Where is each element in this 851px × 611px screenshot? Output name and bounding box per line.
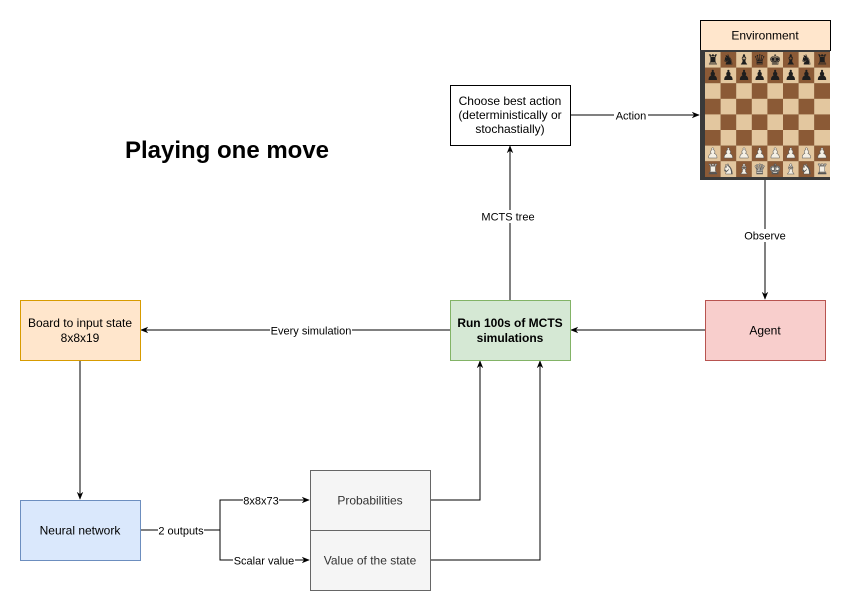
value-label: Value of the state: [324, 554, 417, 568]
edge-value-to-mcts: [430, 360, 544, 561]
run-mcts-line-1: Run 100s of MCTS: [457, 316, 562, 330]
chess-piece-black: ♞: [800, 53, 813, 69]
diagram-canvas: Playing one move Action MCTS tree Observ…: [20, 20, 831, 591]
choose-action-line-2: (deterministically or: [458, 108, 561, 122]
chess-piece-white: ♟: [769, 146, 782, 162]
chess-board: ♜ ♞ ♝ ♛ ♚ ♝ ♞ ♜♟ ♟ ♟ ♟ ♟ ♟ ♟ ♟♟ ♟ ♟ ♟ ♟ ♟ ♟ ♟♜ ♞ ♝ ♛ ♚ ♝ ♞ ♜: [700, 50, 830, 180]
environment-label: Environment: [731, 29, 799, 43]
chess-piece-white: ♞: [722, 162, 735, 178]
chess-piece-white: ♜: [816, 162, 829, 178]
chess-piece-black: ♟: [785, 68, 798, 84]
neural-network-label: Neural network: [40, 524, 122, 538]
chess-piece-white: ♚: [769, 162, 782, 178]
board-square: [798, 83, 815, 99]
label-observe: Observe: [744, 231, 786, 243]
board-input-node: Board to input state 8x8x19: [20, 300, 141, 361]
label-scalar-value: Scalar value: [234, 556, 295, 568]
chess-piece-white: ♟: [722, 146, 735, 162]
board-square: [751, 83, 768, 99]
board-square: [705, 130, 721, 146]
chess-piece-black: ♜: [816, 53, 829, 69]
board-square: [705, 114, 721, 131]
board-square: [720, 83, 737, 99]
chess-piece-white: ♝: [738, 162, 751, 178]
board-square: [783, 98, 799, 115]
neural-network-node: Neural network: [20, 500, 141, 561]
board-square: [798, 114, 815, 131]
board-square: [720, 130, 737, 146]
choose-action-line-1: Choose best action: [459, 94, 562, 108]
chess-piece-black: ♟: [816, 68, 829, 84]
chess-piece-white: ♟: [738, 146, 751, 162]
choose-action-line-3: stochastially): [475, 122, 544, 136]
chess-piece-white: ♜: [707, 162, 720, 178]
chess-piece-white: ♞: [800, 162, 813, 178]
edge-prob-to-mcts: [430, 360, 484, 501]
chess-piece-black: ♟: [769, 68, 782, 84]
board-square: [783, 114, 799, 131]
chess-piece-white: ♝: [785, 162, 798, 178]
chess-piece-white: ♛: [753, 162, 766, 178]
run-mcts-line-2: simulations: [477, 331, 544, 345]
board-square: [798, 130, 815, 146]
board-input-line-1: Board to input state: [28, 316, 132, 330]
board-square: [814, 130, 830, 146]
board-square: [736, 83, 752, 99]
board-square: [767, 83, 784, 99]
board-square: [767, 98, 784, 115]
probabilities-label: Probabilities: [337, 494, 402, 508]
board-square: [720, 114, 737, 131]
board-square: [767, 114, 784, 131]
board-square: [720, 98, 737, 115]
chess-piece-white: ♟: [816, 146, 829, 162]
run-mcts-node: Run 100s of MCTS simulations: [450, 300, 571, 361]
chess-piece-black: ♛: [753, 53, 766, 69]
board-input-line-2: 8x8x19: [61, 331, 100, 345]
board-square: [736, 98, 752, 115]
label-every-simulation: Every simulation: [271, 326, 352, 338]
label-two-outputs: 2 outputs: [158, 526, 204, 538]
chess-piece-black: ♟: [753, 68, 766, 84]
chess-piece-white: ♟: [753, 146, 766, 162]
board-square: [814, 83, 830, 99]
label-policy-shape: 8x8x73: [243, 496, 278, 508]
board-square: [705, 98, 721, 115]
board-square: [736, 130, 752, 146]
board-square: [751, 98, 768, 115]
board-square: [751, 130, 768, 146]
label-action: Action: [616, 111, 647, 123]
environment-node: Environment ♜ ♞ ♝ ♛ ♚ ♝ ♞ ♜♟ ♟ ♟ ♟ ♟ ♟ ♟ ♟♟ ♟ ♟ ♟ ♟ ♟ ♟ ♟♜ ♞ ♝ ♛…: [700, 20, 831, 180]
chess-piece-black: ♟: [707, 68, 720, 84]
board-square: [736, 114, 752, 131]
agent-label: Agent: [749, 324, 781, 338]
chess-piece-black: ♟: [738, 68, 751, 84]
board-square: [814, 98, 830, 115]
diagram-title: Playing one move: [125, 137, 329, 164]
chess-piece-black: ♞: [722, 53, 735, 69]
board-square: [705, 83, 721, 99]
board-square: [767, 130, 784, 146]
agent-node: Agent: [705, 300, 826, 361]
label-mcts-tree: MCTS tree: [481, 212, 534, 224]
board-square: [814, 114, 830, 131]
board-square: [783, 83, 799, 99]
value-node: Value of the state: [310, 530, 431, 591]
chess-piece-white: ♟: [800, 146, 813, 162]
chess-piece-black: ♜: [707, 53, 720, 69]
chess-piece-white: ♟: [785, 146, 798, 162]
chess-piece-black: ♝: [738, 53, 751, 69]
chess-piece-white: ♟: [707, 146, 720, 162]
probabilities-node: Probabilities: [310, 470, 431, 531]
choose-action-node: Choose best action (deterministically or…: [450, 85, 571, 146]
chess-piece-black: ♝: [785, 53, 798, 69]
chess-piece-black: ♚: [769, 53, 782, 69]
chess-piece-black: ♟: [722, 68, 735, 84]
chess-piece-black: ♟: [800, 68, 813, 84]
board-square: [783, 130, 799, 146]
board-square: [798, 98, 815, 115]
board-square: [751, 114, 768, 131]
